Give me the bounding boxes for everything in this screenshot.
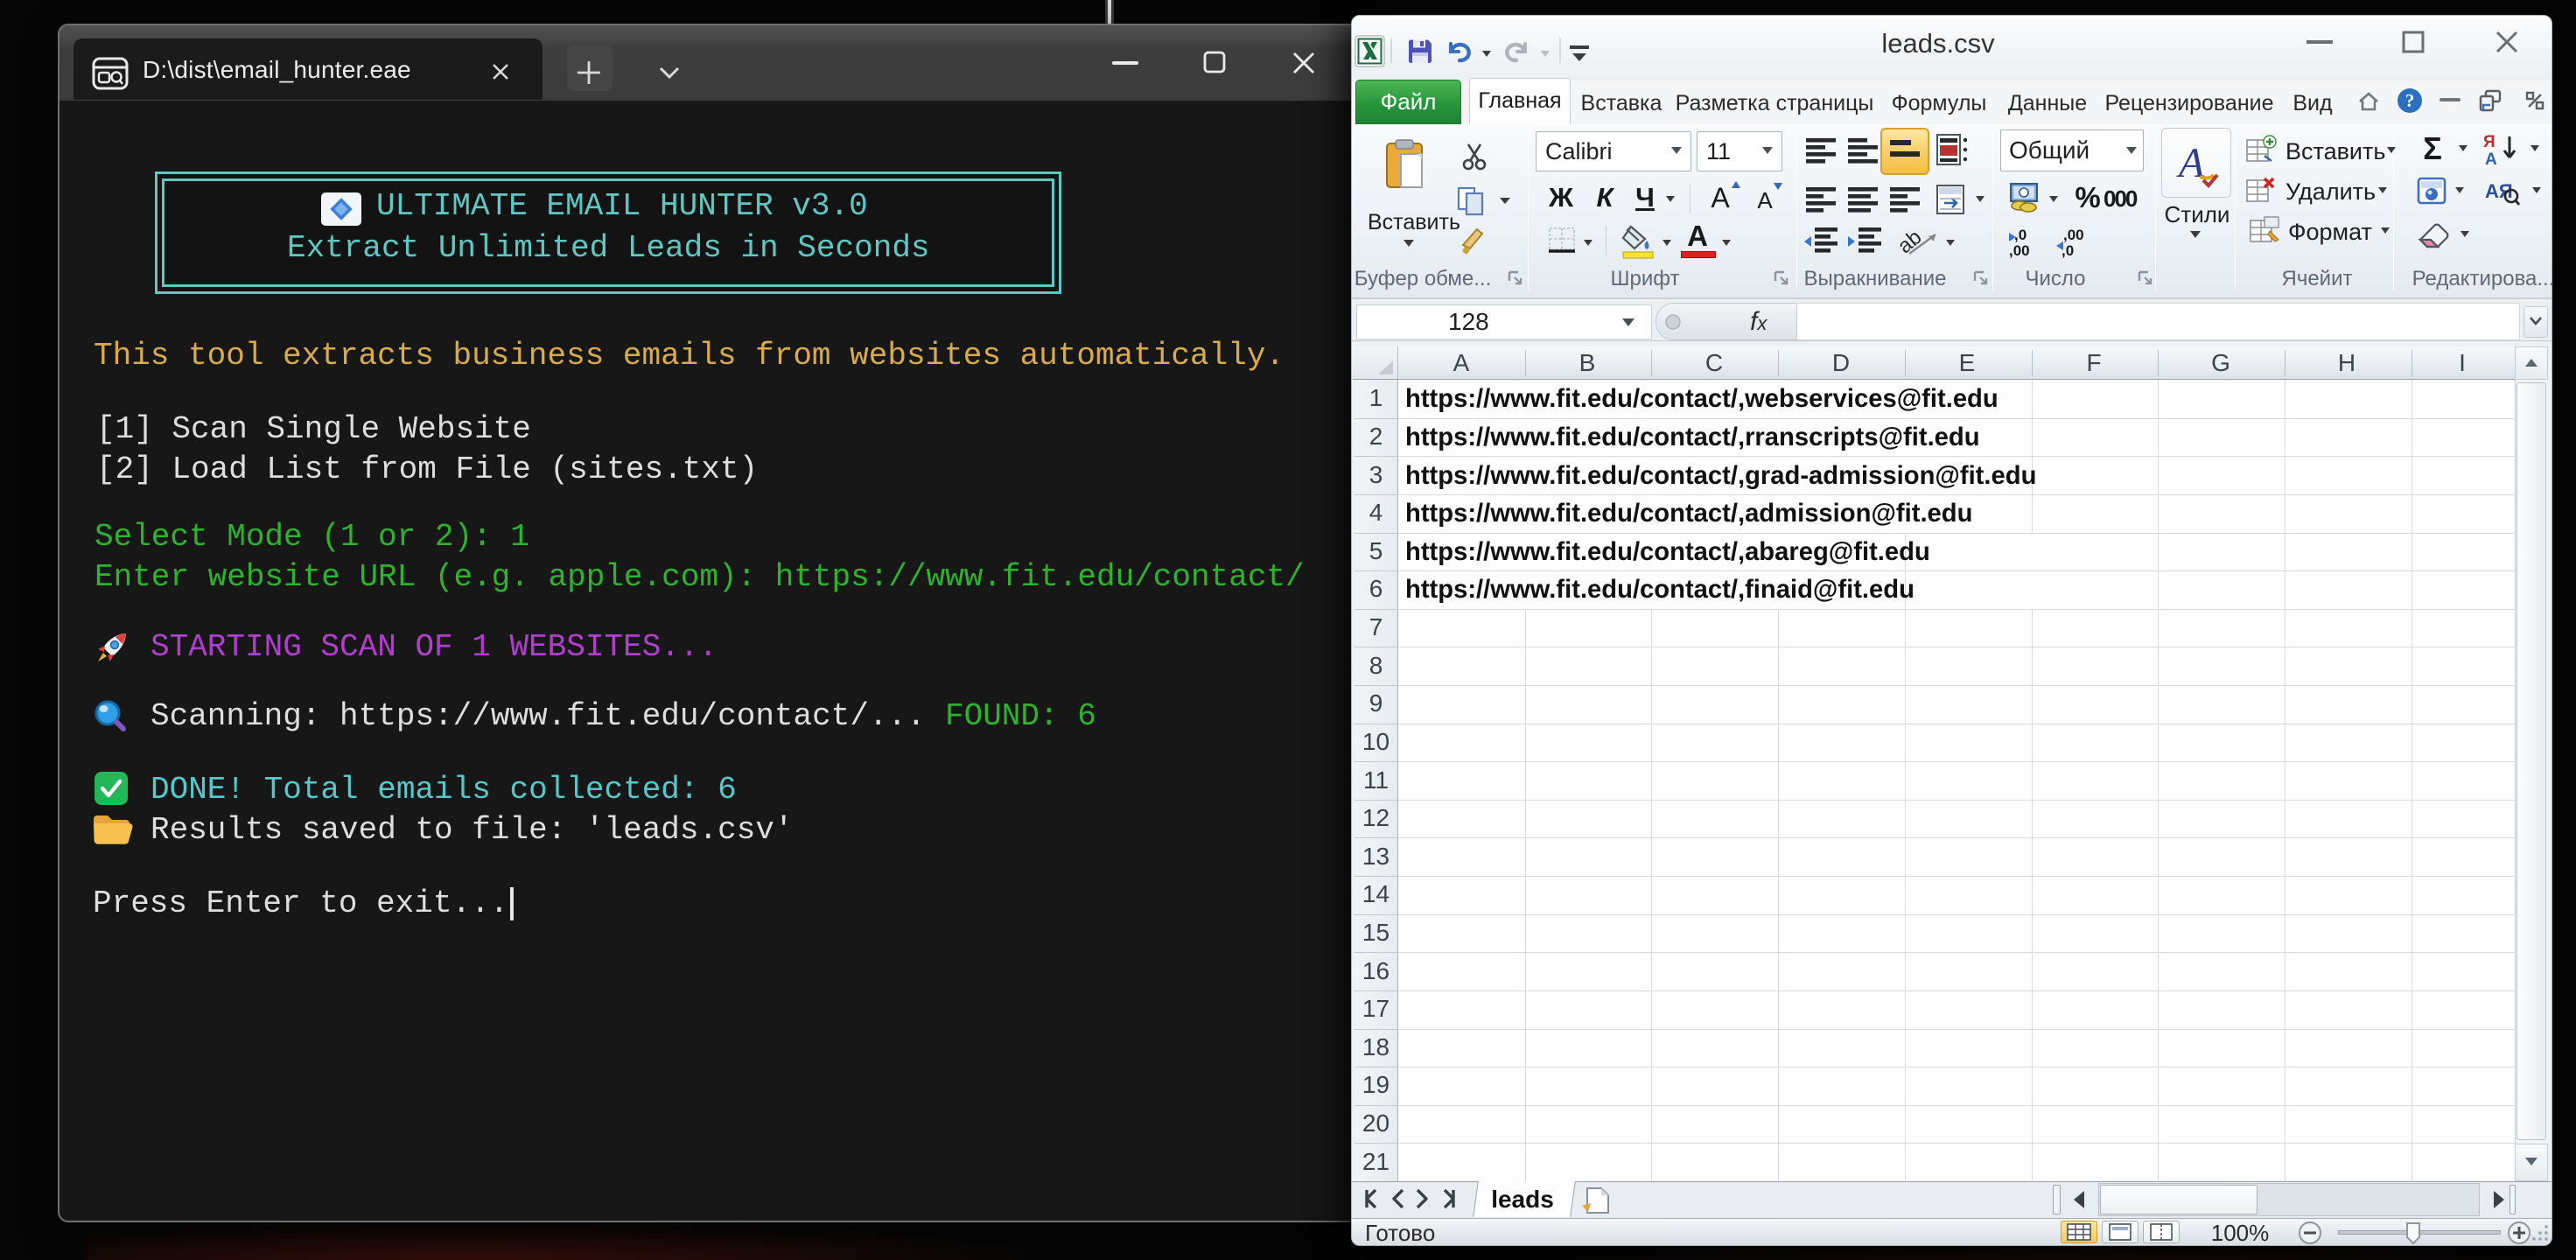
svg-text:,00: ,00 xyxy=(2009,242,2030,259)
svg-text:A: A xyxy=(2176,140,2205,186)
svg-text:A: A xyxy=(2485,150,2497,169)
svg-text:,0: ,0 xyxy=(2062,242,2074,259)
svg-text:,00: ,00 xyxy=(2063,227,2084,243)
svg-text:,0: ,0 xyxy=(2014,227,2026,243)
svg-text:?: ? xyxy=(2405,90,2415,111)
svg-text:Я: Я xyxy=(2483,133,2496,151)
